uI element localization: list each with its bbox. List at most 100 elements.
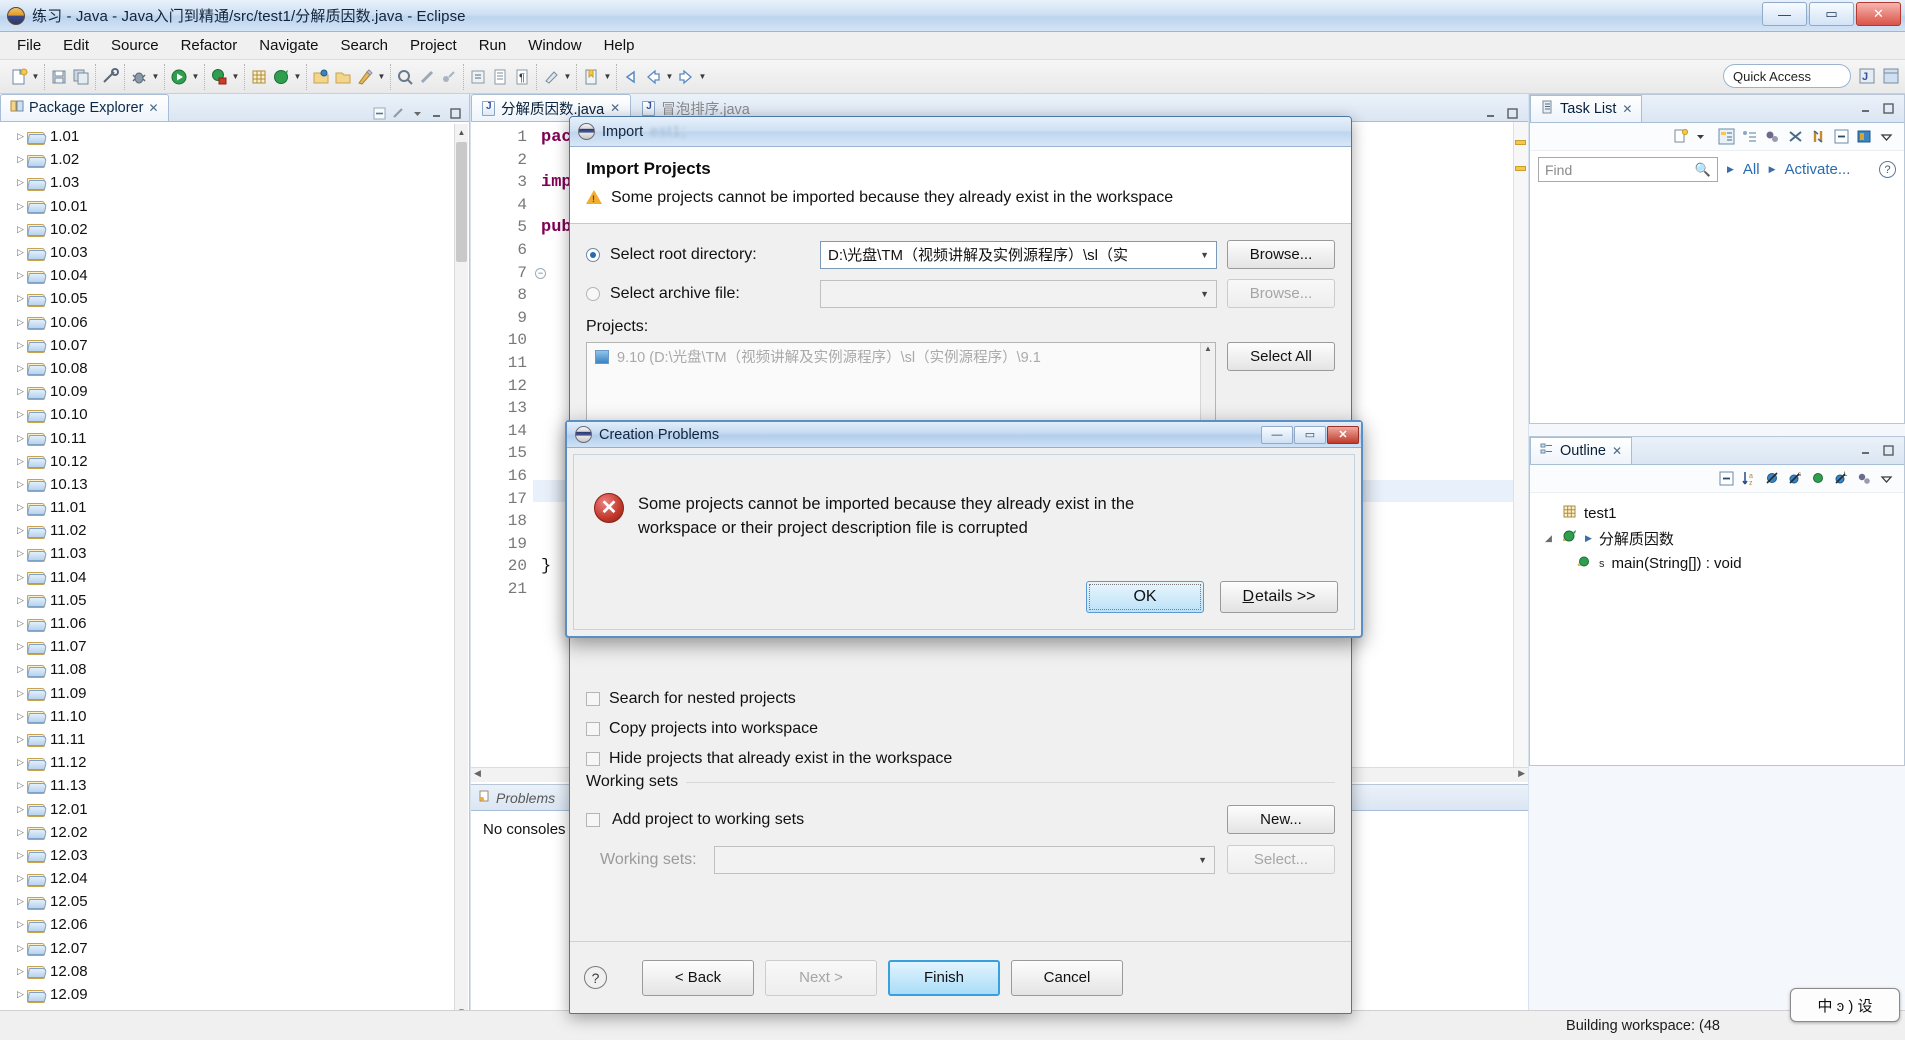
root-directory-combo[interactable]: D:\光盘\TM（视频讲解及实例源程序）\sl（实 ▼ bbox=[820, 240, 1217, 269]
new-java-project-icon[interactable] bbox=[249, 67, 269, 87]
expand-arrow[interactable]: ▷ bbox=[14, 595, 27, 606]
expand-arrow[interactable]: ▷ bbox=[14, 456, 27, 467]
menu-refactor[interactable]: Refactor bbox=[170, 34, 249, 57]
new-package-icon[interactable] bbox=[271, 67, 291, 87]
chevron-down-icon[interactable]: ▼ bbox=[1197, 289, 1212, 299]
synchronize-icon[interactable] bbox=[1810, 128, 1827, 145]
expand-arrow[interactable]: ▷ bbox=[14, 502, 27, 513]
scroll-thumb[interactable] bbox=[456, 142, 467, 262]
menu-source[interactable]: Source bbox=[100, 34, 170, 57]
tree-item[interactable]: ▷ 11.12 bbox=[0, 751, 469, 774]
search-icon[interactable]: 🔍 bbox=[1695, 162, 1711, 178]
expand-arrow[interactable]: ▷ bbox=[14, 409, 27, 420]
tree-item[interactable]: ▷ 10.07 bbox=[0, 334, 469, 357]
checkbox-search-nested[interactable] bbox=[586, 692, 600, 707]
tree-item[interactable]: ▷ 11.03 bbox=[0, 542, 469, 565]
outline-tree[interactable]: test1 ◢ ▶ 分解质因数 s main(String[]) : void bbox=[1530, 493, 1904, 584]
option-search-nested[interactable]: Search for nested projects bbox=[586, 684, 1335, 714]
checkbox-hide-existing[interactable] bbox=[586, 752, 600, 767]
tree-item[interactable]: ▷ 11.06 bbox=[0, 612, 469, 635]
hide-static-icon[interactable]: s bbox=[1787, 470, 1804, 487]
project-list-item[interactable]: 9.10 (D:\光盘\TM（视频讲解及实例源程序）\sl（实例源程序）\9.1 bbox=[587, 343, 1215, 370]
finish-button[interactable]: Finish bbox=[888, 959, 1000, 996]
sort-icon[interactable]: az bbox=[1741, 470, 1758, 487]
tree-item[interactable]: ▷ 11.10 bbox=[0, 705, 469, 728]
menu-help[interactable]: Help bbox=[593, 34, 646, 57]
activate-expand-caret[interactable]: ▶ bbox=[1769, 164, 1776, 175]
skip-icon[interactable] bbox=[439, 67, 459, 87]
tree-item[interactable]: ▷ 12.05 bbox=[0, 890, 469, 913]
tree-item[interactable]: ▷ 11.07 bbox=[0, 635, 469, 658]
tree-item[interactable]: ▷ 11.02 bbox=[0, 519, 469, 542]
maximize-view-icon[interactable] bbox=[1881, 101, 1896, 116]
debug-icon[interactable] bbox=[129, 67, 149, 87]
tree-item[interactable]: ▷ 11.08 bbox=[0, 658, 469, 681]
tab-outline[interactable]: Outline ✕ bbox=[1530, 437, 1633, 464]
expand-arrow[interactable]: ▷ bbox=[14, 989, 27, 1000]
toggle-mark-occurrences-icon[interactable] bbox=[100, 67, 120, 87]
filter-icon[interactable] bbox=[1787, 128, 1804, 145]
run-caret[interactable]: ▼ bbox=[191, 67, 200, 87]
tree-item[interactable]: ▷ 10.11 bbox=[0, 426, 469, 449]
focus-icon[interactable] bbox=[1764, 128, 1781, 145]
last-edit-caret[interactable]: ▼ bbox=[563, 67, 572, 87]
expand-arrow[interactable]: ▷ bbox=[14, 479, 27, 490]
expand-arrow[interactable]: ▷ bbox=[14, 664, 27, 675]
tree-item[interactable]: ▷ 1.03 bbox=[0, 171, 469, 194]
debug-caret[interactable]: ▼ bbox=[151, 67, 160, 87]
tree-item[interactable]: ▷ 10.06 bbox=[0, 311, 469, 334]
cp-close-button[interactable]: ✕ bbox=[1327, 425, 1359, 444]
option-hide-existing[interactable]: Hide projects that already exist in the … bbox=[586, 744, 1335, 774]
expand-arrow[interactable]: ▷ bbox=[14, 711, 27, 722]
package-explorer-tree[interactable]: ▷ 1.01 ▷ 1.02 ▷ 1.03 ▷ 10.01 ▷ 10.02 ▷ 10.03 ▷ 10.04 ▷… bbox=[0, 122, 469, 1008]
collapse-all-icon[interactable] bbox=[1833, 128, 1850, 145]
forward-caret[interactable]: ▼ bbox=[698, 67, 707, 87]
expand-arrow[interactable]: ▷ bbox=[14, 433, 27, 444]
tree-item[interactable]: ▷ 1.01 bbox=[0, 125, 469, 148]
ok-button[interactable]: OK bbox=[1086, 581, 1204, 613]
expand-arrow[interactable]: ▷ bbox=[14, 966, 27, 977]
new-working-set-button[interactable]: New... bbox=[1227, 805, 1335, 835]
task-activate-link[interactable]: Activate... bbox=[1785, 161, 1851, 178]
flat-icon[interactable] bbox=[1741, 128, 1758, 145]
select-all-button[interactable]: Select All bbox=[1227, 342, 1335, 372]
new-class-caret[interactable]: ▼ bbox=[377, 67, 386, 87]
next-annotation-icon[interactable] bbox=[468, 67, 488, 87]
ime-indicator[interactable]: 中 ͽ ) 设 bbox=[1790, 988, 1900, 1022]
expand-arrow[interactable]: ▷ bbox=[14, 780, 27, 791]
new-dropdown-caret[interactable]: ▼ bbox=[31, 67, 40, 87]
menu-run[interactable]: Run bbox=[468, 34, 518, 57]
tree-item[interactable]: ▷ 12.03 bbox=[0, 844, 469, 867]
window-maximize-button[interactable]: ▭ bbox=[1809, 2, 1854, 26]
tree-item[interactable]: ▷ 11.01 bbox=[0, 496, 469, 519]
tab-problems[interactable]: Problems bbox=[477, 789, 555, 806]
link-with-editor-icon[interactable] bbox=[391, 106, 406, 121]
view-menu-caret[interactable] bbox=[1879, 128, 1896, 145]
link-icon[interactable] bbox=[417, 67, 437, 87]
expand-arrow[interactable]: ▷ bbox=[14, 548, 27, 559]
tree-item[interactable]: ▷ 12.04 bbox=[0, 867, 469, 890]
tree-item[interactable]: ▷ 10.08 bbox=[0, 357, 469, 380]
tab-task-list[interactable]: Task List ✕ bbox=[1530, 95, 1643, 122]
working-sets-combo[interactable]: ▼ bbox=[714, 845, 1215, 874]
tree-item[interactable]: ▷ 1.02 bbox=[0, 148, 469, 171]
tree-item[interactable]: ▷ 10.09 bbox=[0, 380, 469, 403]
scroll-right-arrow[interactable]: ▶ bbox=[1518, 768, 1525, 779]
view-menu-caret[interactable] bbox=[1879, 470, 1896, 487]
back-caret[interactable]: ▼ bbox=[665, 67, 674, 87]
new-file-icon[interactable] bbox=[9, 67, 29, 87]
browse-archive-button[interactable]: Browse... bbox=[1227, 279, 1335, 309]
open-folder-icon[interactable] bbox=[333, 67, 353, 87]
expand-arrow[interactable]: ▷ bbox=[14, 943, 27, 954]
radio-select-archive-file[interactable] bbox=[586, 286, 600, 301]
chevron-down-icon[interactable]: ▼ bbox=[1195, 855, 1210, 865]
tree-item[interactable]: ▷ 12.02 bbox=[0, 821, 469, 844]
option-copy-projects[interactable]: Copy projects into workspace bbox=[586, 714, 1335, 744]
external-tools-icon[interactable] bbox=[209, 67, 229, 87]
overview-ruler[interactable] bbox=[1513, 122, 1528, 782]
forward-icon[interactable] bbox=[676, 67, 696, 87]
tree-item[interactable]: ▷ 12.06 bbox=[0, 913, 469, 936]
expand-arrow[interactable]: ▷ bbox=[14, 525, 27, 536]
expand-arrow[interactable]: ▷ bbox=[14, 572, 27, 583]
expand-arrow[interactable]: ▷ bbox=[14, 757, 27, 768]
